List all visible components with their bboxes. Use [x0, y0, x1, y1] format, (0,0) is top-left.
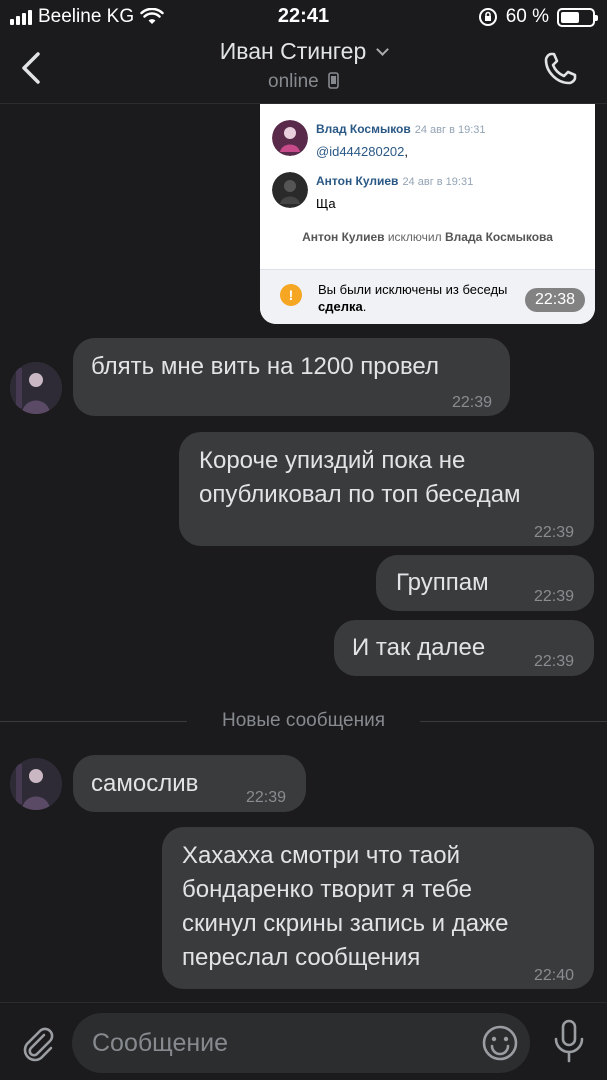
- contact-name: Иван Стингер: [219, 38, 367, 64]
- message-date: 24 авг в 19:31: [402, 176, 474, 188]
- call-button[interactable]: [541, 48, 581, 88]
- message-time: 22:39: [533, 524, 574, 541]
- message-date: 24 авг в 19:31: [414, 124, 486, 136]
- new-messages-divider: Новые сообщения: [222, 710, 385, 731]
- orientation-lock-icon: [478, 8, 497, 26]
- phone-icon: [544, 52, 577, 85]
- message-time: 22:39: [245, 789, 286, 806]
- avatar: [272, 120, 308, 156]
- message-time: 22:39: [533, 588, 574, 605]
- avatar-photo: [10, 758, 62, 810]
- mention-link: @id444280202: [316, 144, 405, 159]
- avatar-photo: [10, 362, 62, 414]
- screenshot-attachment[interactable]: Влад Космыков 24 авг в 19:31 @id444280202…: [260, 104, 595, 324]
- contact-avatar[interactable]: [10, 362, 62, 414]
- chevron-down-icon: [376, 43, 390, 56]
- message-text: блять мне вить на 1200 провел: [91, 353, 439, 380]
- battery-icon: [557, 7, 598, 27]
- incoming-message[interactable]: самослив 22:39: [73, 755, 306, 812]
- message-text: Группам: [396, 569, 489, 596]
- message-time: 22:38: [524, 288, 585, 312]
- mobile-icon: [328, 72, 339, 89]
- outgoing-message[interactable]: Группам 22:39: [376, 555, 594, 611]
- screenshot-message: Антон Кулиев 24 авг в 19:31 Ща: [272, 172, 473, 211]
- microphone-icon: [554, 1019, 584, 1063]
- message-composer: Сообщение: [0, 1002, 607, 1080]
- contact-avatar[interactable]: [10, 758, 62, 810]
- message-text: самослив: [91, 770, 199, 797]
- message-input[interactable]: Сообщение: [72, 1013, 530, 1073]
- warning-icon: !: [280, 284, 302, 306]
- outgoing-message[interactable]: Короче упиздий пока не опубликовал по то…: [179, 432, 594, 546]
- battery-percent: 60 %: [505, 6, 549, 27]
- sender-name: Влад Космыков: [316, 122, 411, 136]
- message-text: Хахахха смотри что таой бондаренко твори…: [182, 842, 509, 971]
- message-text: И так далее: [352, 634, 486, 661]
- service-message: Антон Кулиев исключил Влада Космыкова: [302, 230, 553, 244]
- chat-header: Иван Стингер online: [0, 34, 607, 104]
- screenshot-message: Влад Космыков 24 авг в 19:31 @id444280202…: [272, 120, 486, 159]
- chat-title[interactable]: Иван Стингер: [0, 38, 607, 65]
- message-time: 22:39: [451, 394, 492, 411]
- contact-status: online: [0, 71, 607, 93]
- voice-button[interactable]: [548, 1017, 590, 1067]
- message-time: 22:40: [533, 967, 574, 984]
- status-bar: Beeline KG 22:41 60 %: [0, 0, 607, 34]
- outgoing-message[interactable]: Хахахха смотри что таой бондаренко твори…: [162, 827, 594, 989]
- attach-button[interactable]: [16, 1021, 58, 1063]
- message-time: 22:39: [533, 653, 574, 670]
- sender-name: Антон Кулиев: [316, 174, 399, 188]
- incoming-message[interactable]: блять мне вить на 1200 провел 22:39: [73, 338, 510, 416]
- message-text: Короче упиздий пока не опубликовал по то…: [199, 447, 521, 508]
- avatar: [272, 172, 308, 208]
- smiley-icon: [482, 1025, 518, 1061]
- outgoing-message[interactable]: И так далее 22:39: [334, 620, 594, 676]
- message-placeholder: Сообщение: [92, 1029, 229, 1057]
- message-text: Ща: [316, 196, 336, 211]
- emoji-button[interactable]: [480, 1023, 520, 1063]
- paperclip-icon: [23, 1027, 54, 1062]
